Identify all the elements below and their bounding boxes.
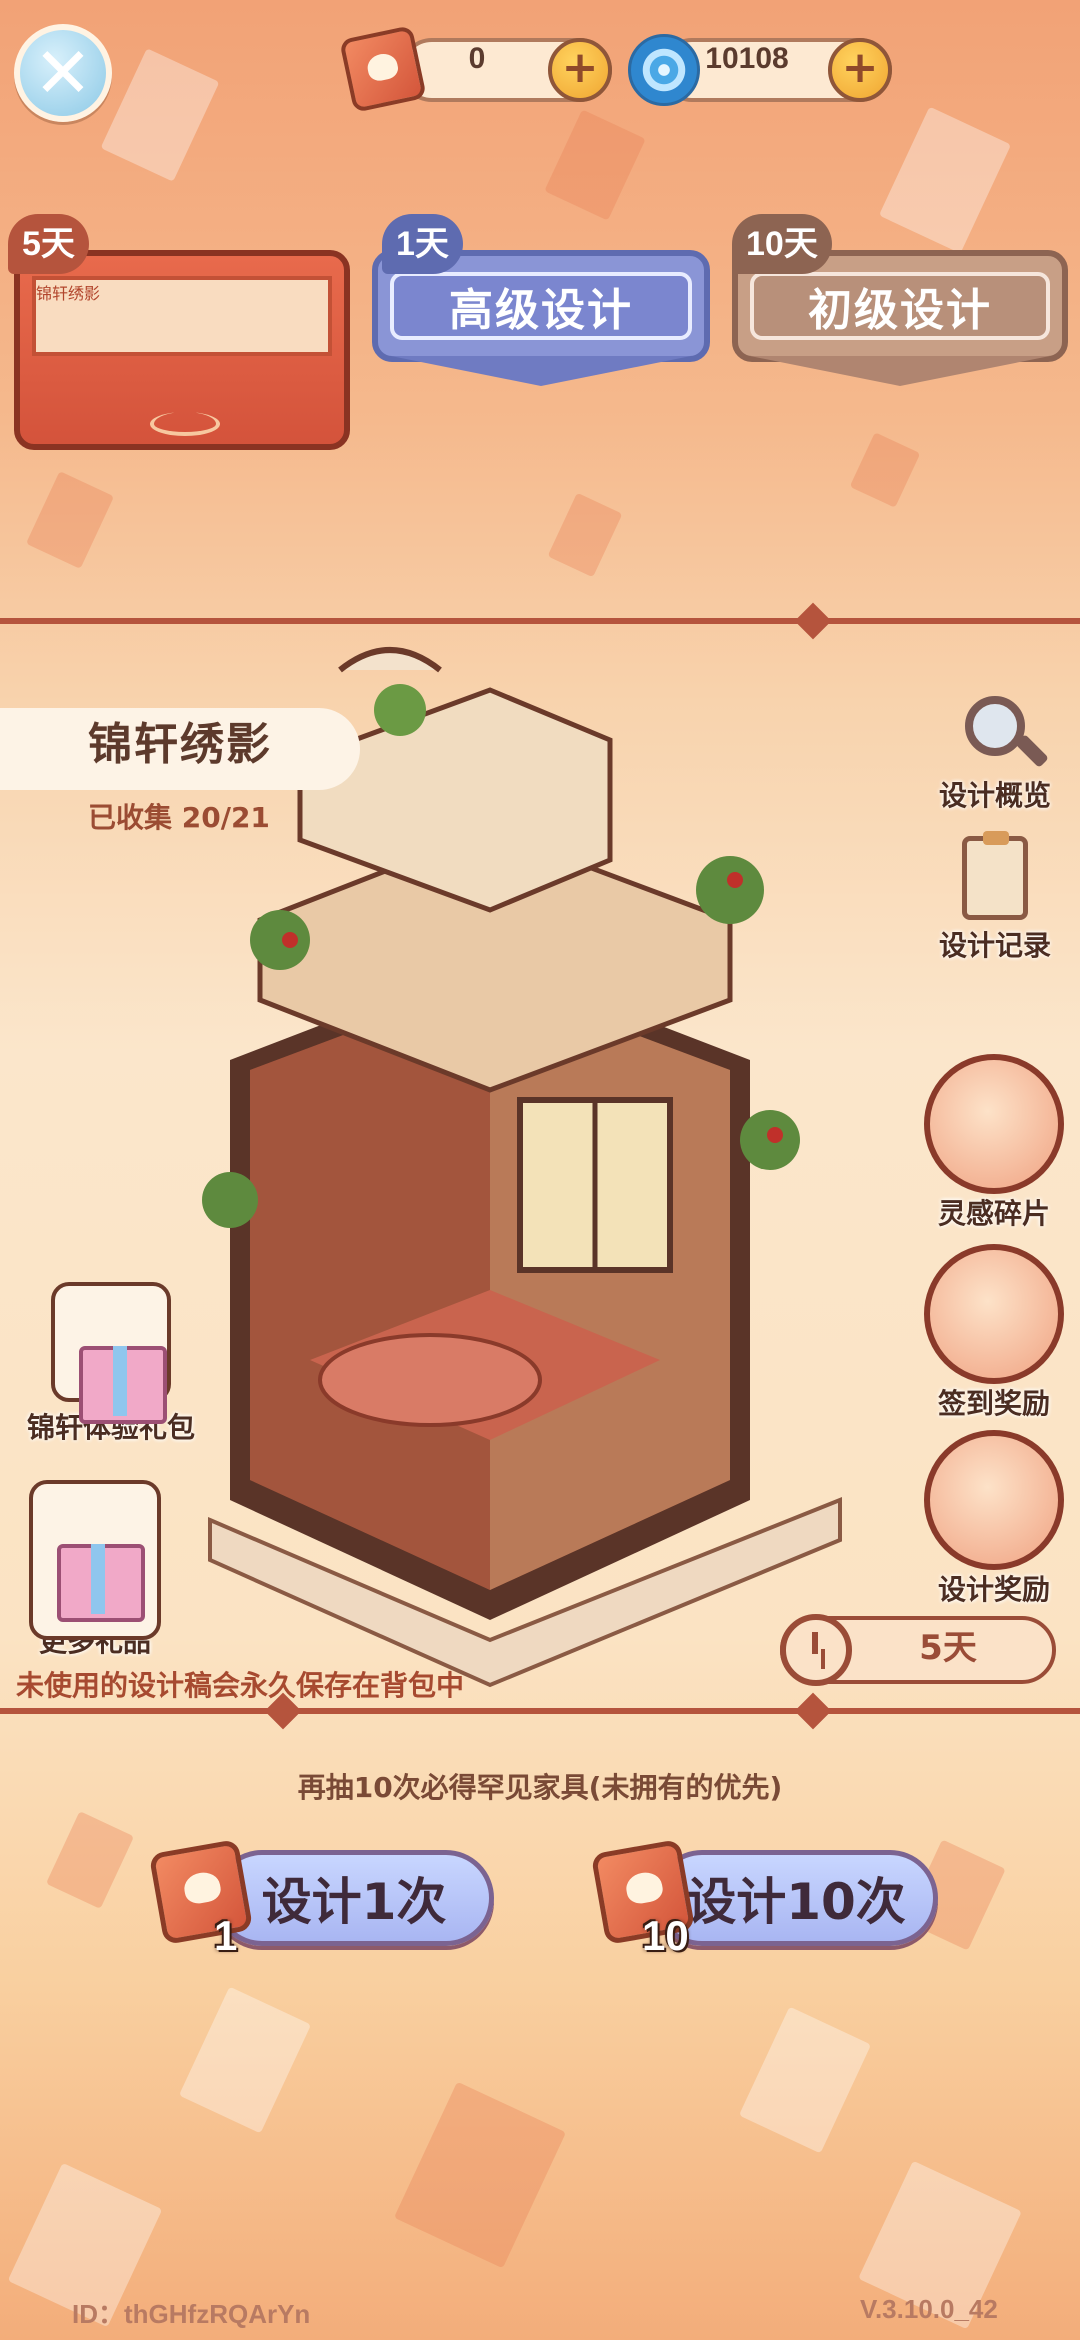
divider — [0, 618, 1080, 624]
app-version: V.3.10.0_42 — [860, 2294, 998, 2324]
divider — [0, 1708, 1080, 1714]
banner-title: 锦轩绣影 — [88, 719, 272, 770]
tab-label: 锦轩绣影 — [32, 276, 332, 356]
design-reward-button[interactable]: 设计奖励 — [914, 1430, 1074, 1608]
swirl-coin-icon — [628, 34, 700, 106]
close-button[interactable]: ✕ — [14, 24, 112, 122]
guarantee-text: 再抽10次必得罕见家具(未拥有的优先) — [297, 1771, 783, 1804]
player-id: ID：thGHfzRQArYn — [72, 2299, 311, 2329]
experience-pack-button[interactable]: 锦轩体验礼包 — [6, 1282, 216, 1446]
clipboard-icon — [962, 831, 1028, 920]
design-record-button[interactable]: 设计记录 — [920, 831, 1070, 964]
days-badge: 1天 — [382, 214, 463, 274]
draw-cost: 1 — [214, 1912, 238, 1959]
days-badge: 10天 — [732, 214, 832, 274]
ticket-currency: 0 + — [400, 38, 612, 102]
storage-note: 未使用的设计稿会永久保存在背包中 — [16, 1669, 465, 1702]
design-ticket-icon — [339, 25, 427, 113]
calendar-icon — [924, 1244, 1064, 1384]
more-gifts-button[interactable]: 更多礼品 — [20, 1480, 170, 1660]
plus-icon: + — [841, 42, 879, 93]
checkin-reward-button[interactable]: 签到奖励 — [914, 1244, 1074, 1422]
timer-text: 5天 — [919, 1628, 977, 1668]
tab-jinxuan[interactable]: 锦轩绣影 — [14, 250, 350, 450]
magnifier-icon — [965, 696, 1025, 756]
design-ticket-icon — [148, 1838, 254, 1946]
plus-icon: + — [561, 42, 599, 93]
tab-label: 高级设计 — [390, 272, 692, 340]
blueprint-fragment-icon — [924, 1054, 1064, 1194]
add-ticket-button[interactable]: + — [548, 38, 612, 102]
draw-label: 设计1次 — [261, 1873, 447, 1931]
clock-icon — [780, 1614, 852, 1686]
days-badge: 5天 — [8, 214, 89, 274]
side-label: 设计记录 — [938, 929, 1051, 962]
divider-ornament — [794, 602, 832, 640]
gift-box-icon — [29, 1480, 161, 1640]
ornament-icon — [150, 412, 220, 436]
banner-timer: 5天 — [780, 1614, 1056, 1686]
draw-ten-button[interactable]: 设计10次 — [654, 1850, 938, 1946]
inspiration-fragments-button[interactable]: 灵感碎片 — [914, 1054, 1074, 1232]
rose-icon — [924, 1430, 1064, 1570]
ticket-count: 0 — [468, 42, 486, 75]
design-overview-button[interactable]: 设计概览 — [920, 696, 1070, 814]
gift-pack-icon — [51, 1282, 171, 1424]
tab-label: 初级设计 — [750, 272, 1050, 340]
close-icon: ✕ — [33, 32, 93, 114]
draw-cost: 10 — [642, 1912, 689, 1959]
house-illustration — [202, 647, 842, 1688]
add-coin-button[interactable]: + — [828, 38, 892, 102]
collected-progress: 已收集 20/21 — [88, 801, 270, 834]
divider-ornament — [794, 1692, 832, 1730]
side-label: 设计奖励 — [937, 1573, 1050, 1606]
draw-label: 设计10次 — [686, 1873, 906, 1931]
side-label: 设计概览 — [938, 779, 1051, 812]
side-label: 签到奖励 — [937, 1387, 1050, 1420]
draw-once-button[interactable]: 设计1次 — [214, 1850, 494, 1946]
side-label: 灵感碎片 — [937, 1197, 1050, 1230]
